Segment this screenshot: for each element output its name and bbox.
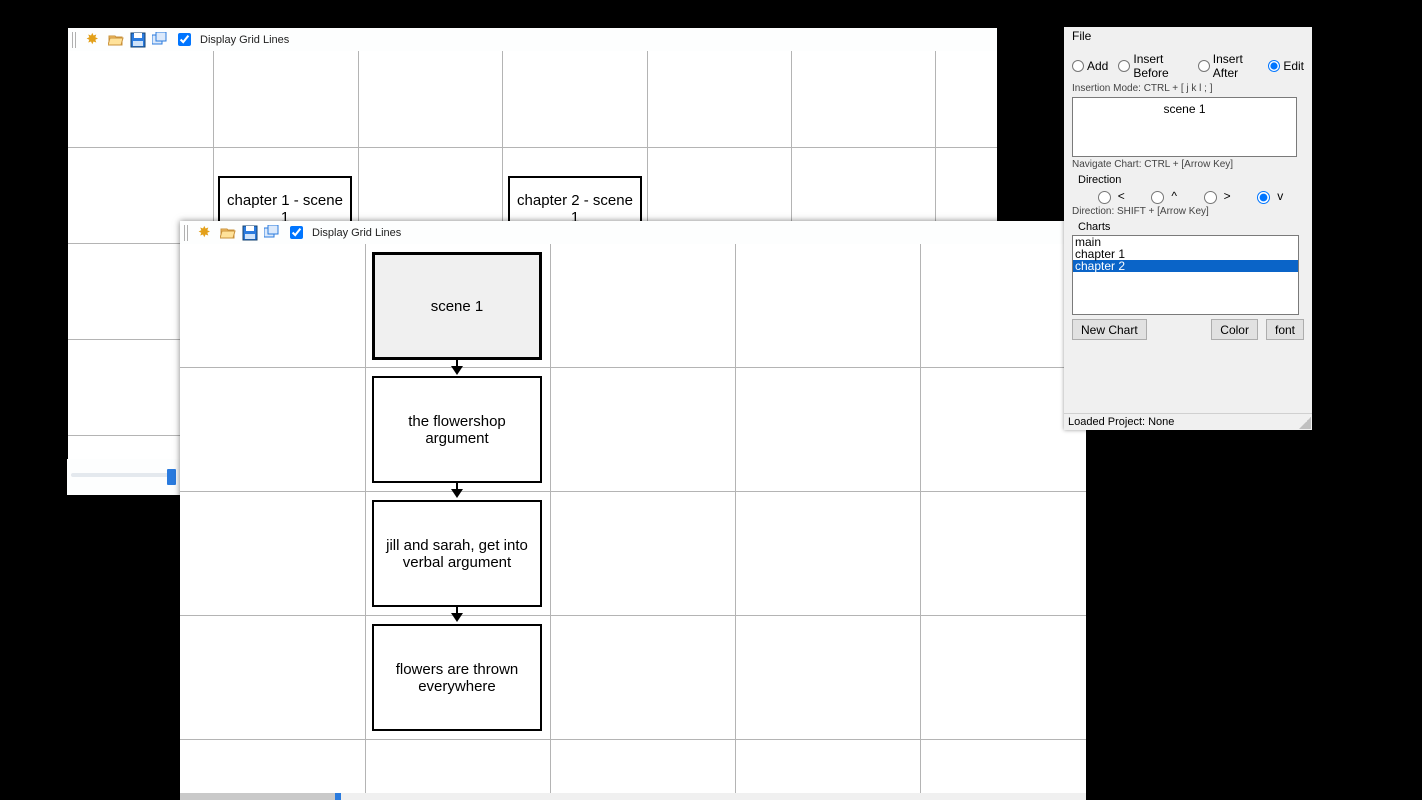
node-flowers-thrown[interactable]: flowers are thrown everywhere [372, 624, 542, 731]
display-grid-label-front: Display Grid Lines [312, 227, 401, 239]
node-label: jill and sarah, get into verbal argument [380, 537, 534, 571]
toolbar-back: ✸ Display Grid Lines [68, 28, 997, 52]
save-icon[interactable] [242, 225, 258, 241]
node-jill-sarah-argument[interactable]: jill and sarah, get into verbal argument [372, 500, 542, 607]
charts-label: Charts [1078, 221, 1304, 233]
charts-listbox[interactable]: main chapter 1 chapter 2 [1072, 235, 1299, 315]
zoom-slider-fragment[interactable] [67, 459, 180, 495]
color-button[interactable]: Color [1211, 319, 1258, 340]
radio-up[interactable]: ^ [1146, 188, 1177, 204]
horizontal-scrollbar[interactable] [180, 793, 1086, 800]
radio-insert-before[interactable]: Insert Before [1118, 52, 1187, 80]
insertion-mode-hint: Insertion Mode: CTRL + [ j k l ; ] [1072, 83, 1304, 94]
new-icon[interactable]: ✸ [198, 225, 214, 241]
new-chart-button[interactable]: New Chart [1072, 319, 1147, 340]
cascade-windows-icon[interactable] [264, 225, 280, 241]
direction-hint: Direction: SHIFT + [Arrow Key] [1072, 206, 1304, 217]
arrow-down-icon [451, 613, 463, 622]
node-label: flowers are thrown everywhere [380, 661, 534, 695]
canvas-front[interactable]: scene 1 the flowershop argument jill and… [180, 244, 1086, 793]
open-icon[interactable] [108, 32, 124, 48]
font-button[interactable]: font [1266, 319, 1304, 340]
radio-add[interactable]: Add [1072, 59, 1108, 73]
node-flowershop-argument[interactable]: the flowershop argument [372, 376, 542, 483]
arrow-down-icon [451, 366, 463, 375]
menu-bar: File [1064, 27, 1312, 45]
direction-label: Direction [1078, 174, 1304, 186]
arrow-down-icon [451, 489, 463, 498]
status-bar: Loaded Project: None [1064, 413, 1312, 430]
node-label: scene 1 [431, 298, 484, 315]
open-icon[interactable] [220, 225, 236, 241]
charts-item-chapter2[interactable]: chapter 2 [1073, 260, 1298, 272]
menu-file[interactable]: File [1072, 29, 1091, 43]
save-icon[interactable] [130, 32, 146, 48]
toolbar-grip-icon [184, 225, 190, 241]
side-panel: File Add Insert Before Insert After Edit… [1064, 27, 1312, 430]
insertion-mode-group: Add Insert Before Insert After Edit [1072, 52, 1304, 80]
radio-insert-after[interactable]: Insert After [1198, 52, 1259, 80]
navigate-hint: Navigate Chart: CTRL + [Arrow Key] [1072, 159, 1304, 170]
new-icon[interactable]: ✸ [86, 32, 102, 48]
display-grid-checkbox-front[interactable] [290, 226, 303, 239]
chart-window-front: ✸ Display Grid Lines scene 1 [180, 221, 1086, 800]
node-label: the flowershop argument [380, 413, 534, 447]
cascade-windows-icon[interactable] [152, 32, 168, 48]
display-grid-checkbox-back[interactable] [178, 33, 191, 46]
radio-right[interactable]: > [1199, 188, 1231, 204]
radio-left[interactable]: < [1093, 188, 1125, 204]
resize-grip-icon[interactable] [1299, 417, 1311, 429]
display-grid-label-back: Display Grid Lines [200, 34, 289, 46]
toolbar-grip-icon [72, 32, 78, 48]
node-scene-1[interactable]: scene 1 [372, 252, 542, 360]
toolbar-front: ✸ Display Grid Lines [180, 221, 1086, 245]
radio-down[interactable]: v [1252, 188, 1283, 204]
direction-group: < ^ > v [1082, 188, 1294, 204]
node-text-input[interactable]: scene 1 [1072, 97, 1297, 157]
radio-edit[interactable]: Edit [1268, 59, 1304, 73]
status-text: Loaded Project: None [1068, 416, 1174, 428]
